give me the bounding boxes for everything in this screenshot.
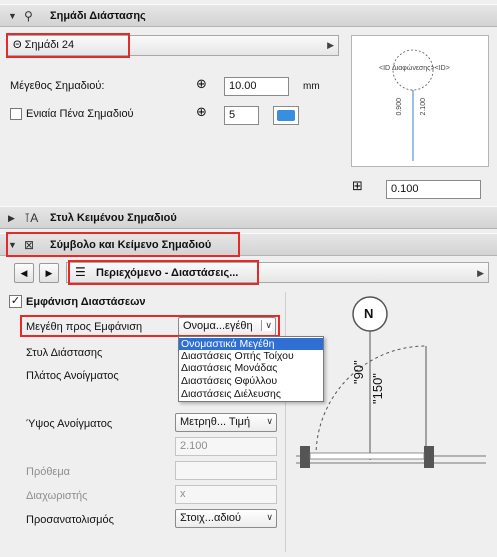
- marker-size-input[interactable]: 10.00: [224, 77, 289, 96]
- door-diagram: N "90" "150": [288, 290, 493, 505]
- section-title: Στυλ Κειμένου Σημαδιού: [50, 212, 177, 224]
- dim-a-label: "90": [351, 360, 366, 384]
- orientation-select-value: Στοιχ...αδιού: [180, 512, 242, 524]
- section-header-dimension-marker[interactable]: ▼ ⚲ Σημάδι Διάστασης: [0, 4, 497, 27]
- dimension-marker-icon: ⚲: [24, 9, 33, 23]
- preview-id-text: <ID Διαφώνεσης><ID>: [379, 65, 450, 72]
- opening-height-select-value: Μετρηθ... Τιμή: [180, 416, 251, 428]
- prefix-input: [175, 461, 277, 480]
- next-page-button[interactable]: ▶: [39, 263, 59, 283]
- separator-label: Διαχωριστής: [26, 490, 88, 502]
- highlight-box: [68, 260, 259, 285]
- section-header-text-style[interactable]: ▶ ⊺A Στυλ Κειμένου Σημαδιού: [0, 206, 497, 229]
- chevron-down-icon: ∨: [266, 416, 273, 426]
- prev-page-button[interactable]: ◀: [14, 263, 34, 283]
- pen-number-input[interactable]: 5: [224, 106, 259, 125]
- highlight-box: [20, 315, 280, 337]
- uniform-pen-label: Ενιαία Πένα Σημαδιού: [26, 108, 134, 120]
- collapse-triangle-icon[interactable]: ▼: [8, 11, 17, 21]
- opening-height-select[interactable]: Μετρηθ... Τιμή ∨: [175, 413, 277, 432]
- marker-preview: <ID Διαφώνεσης><ID> 0.900 2.100: [351, 35, 489, 167]
- pen-icon: ⊕: [196, 104, 207, 119]
- chevron-right-icon: ▶: [477, 268, 484, 278]
- expand-triangle-icon[interactable]: ▶: [8, 213, 15, 224]
- divider: [285, 292, 286, 552]
- highlight-box: [6, 33, 130, 58]
- chevron-right-icon: ▶: [327, 40, 334, 50]
- preview-scale-input[interactable]: 0.100: [386, 180, 481, 199]
- highlight-box: [6, 232, 240, 257]
- orientation-select[interactable]: Στοιχ...αδιού ∨: [175, 509, 277, 528]
- opening-width-label: Πλάτος Ανοίγματος: [26, 370, 119, 382]
- pen-color-swatch[interactable]: [273, 106, 299, 125]
- opening-height-value: 2.100: [175, 437, 277, 456]
- prefix-label: Πρόθεμα: [26, 466, 71, 478]
- opening-height-label: Ύψος Ανοίγματος: [26, 418, 113, 430]
- size-icon: ⊕: [196, 76, 207, 91]
- separator-input: x: [175, 485, 277, 504]
- show-dims-label: Εμφάνιση Διαστάσεων: [26, 296, 146, 308]
- uniform-pen-checkbox[interactable]: [10, 108, 22, 120]
- dim-b-label: "150": [370, 373, 385, 404]
- text-style-icon: ⊺A: [24, 211, 39, 225]
- scale-icon: ⊞: [352, 178, 363, 193]
- dim-style-label: Στυλ Διάστασης: [26, 347, 103, 359]
- show-dims-checkbox[interactable]: ✓: [9, 295, 22, 308]
- chevron-down-icon: ∨: [266, 512, 273, 522]
- preview-dim-1: 0.900: [396, 98, 403, 116]
- north-label: N: [364, 306, 374, 321]
- marker-size-label: Μέγεθος Σημαδιού:: [10, 80, 105, 92]
- preview-dim-2: 2.100: [420, 98, 427, 116]
- unit-label: mm: [303, 81, 320, 92]
- section-title: Σημάδι Διάστασης: [50, 10, 146, 22]
- orientation-label: Προσανατολισμός: [26, 514, 114, 526]
